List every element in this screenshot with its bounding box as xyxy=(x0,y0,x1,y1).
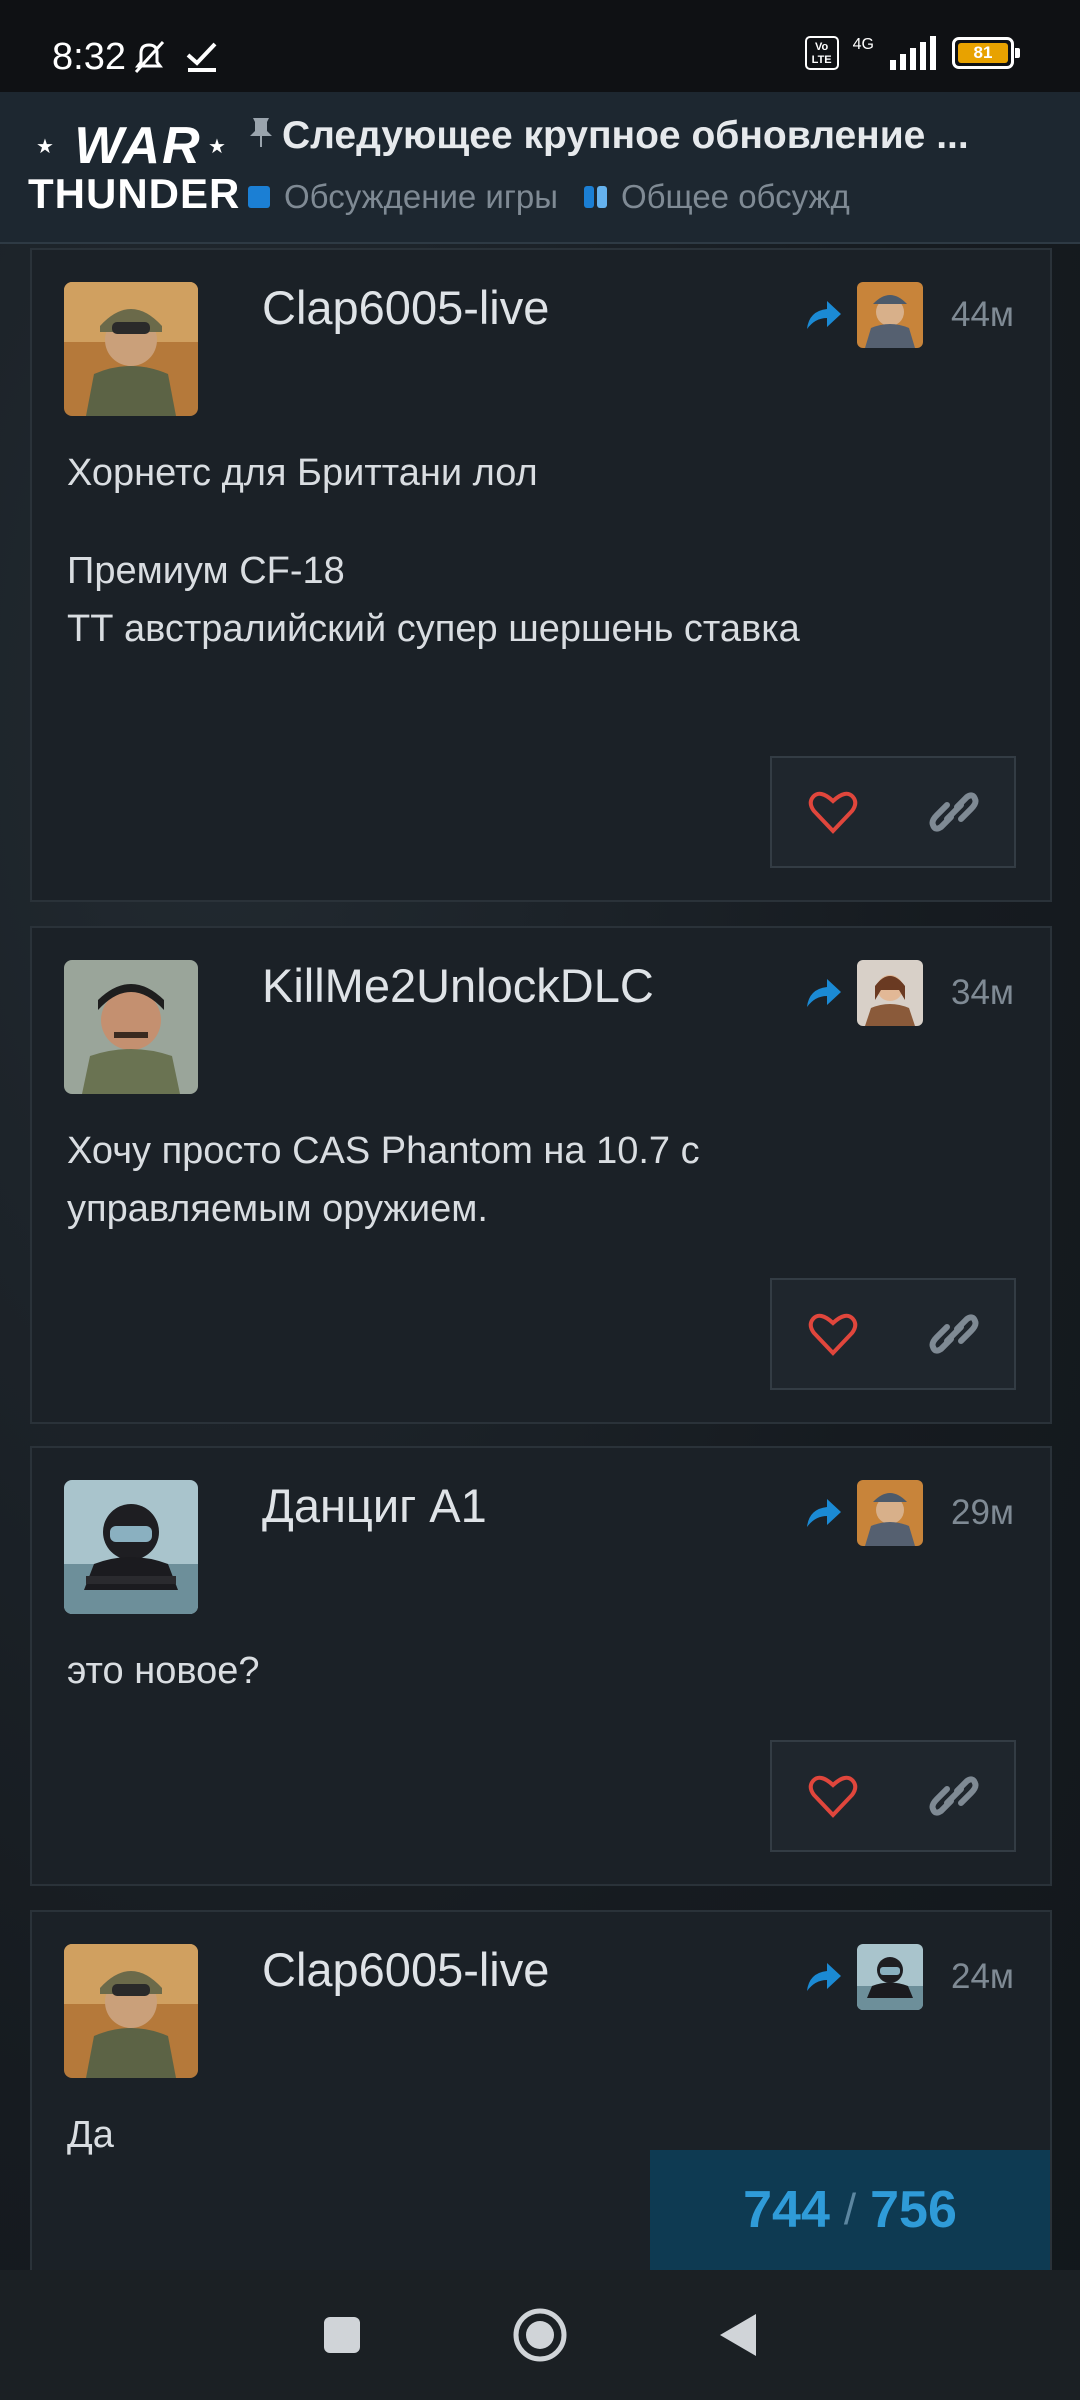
avatar[interactable] xyxy=(64,1944,198,2078)
post-body: Хочу просто CAS Phantom на 10.7 с управл… xyxy=(67,1122,827,1278)
reply-arrow-icon[interactable] xyxy=(803,973,843,1013)
username[interactable]: Данциг A1 xyxy=(262,1478,487,1533)
topic-title-text: Следующее крупное обновление ... xyxy=(282,114,969,157)
post-meta: 44м xyxy=(803,282,1014,348)
reply-to-avatar[interactable] xyxy=(857,960,923,1026)
post-meta: 24м xyxy=(803,1944,1014,2010)
heart-icon xyxy=(808,1313,857,1356)
battery-icon: 81 xyxy=(952,37,1020,69)
avatar[interactable] xyxy=(64,960,198,1094)
post-actions xyxy=(770,756,1016,868)
category-color-icon xyxy=(248,186,270,208)
topic-title[interactable]: Следующее крупное обновление ... xyxy=(248,114,1058,158)
post-paragraph: Хочу просто CAS Phantom на 10.7 с управл… xyxy=(67,1130,700,1230)
post-time: 29м xyxy=(951,1493,1014,1532)
home-button[interactable] xyxy=(512,2307,568,2363)
like-button[interactable] xyxy=(772,758,893,866)
link-icon xyxy=(929,792,978,832)
post: Данциг A1 29м это новое? xyxy=(30,1446,1052,1886)
war-thunder-logo[interactable]: ★ ★ WAR THUNDER xyxy=(28,116,241,217)
post-time: 34м xyxy=(951,973,1014,1012)
heart-icon xyxy=(808,791,857,834)
category-label: Обсуждение игры xyxy=(284,178,558,215)
post-body: Да xyxy=(67,2106,114,2204)
category-breadcrumb: Обсуждение игры Общее обсужд xyxy=(248,178,850,216)
link-icon xyxy=(929,1314,978,1354)
avatar[interactable] xyxy=(64,1480,198,1614)
reply-to-avatar[interactable] xyxy=(857,1944,923,2010)
volte-icon: Vo LTE xyxy=(804,36,839,70)
copy-link-button[interactable] xyxy=(893,1280,1014,1388)
heart-icon xyxy=(808,1775,857,1818)
logo-text-thunder: THUNDER xyxy=(28,170,241,217)
post: KillMe2UnlockDLC 34м Хочу просто CAS Pha… xyxy=(30,926,1052,1424)
status-time: 8:32 xyxy=(52,36,126,78)
post-body: Хорнетс для Бриттани лол Премиум CF-18 Т… xyxy=(67,444,827,698)
category-link[interactable]: Обсуждение игры xyxy=(248,178,558,216)
topic-progress-indicator[interactable]: 744 / 756 xyxy=(650,2150,1050,2270)
like-button[interactable] xyxy=(772,1742,893,1850)
subcategory-link[interactable]: Общее обсужд xyxy=(583,178,850,216)
copy-link-button[interactable] xyxy=(893,1742,1014,1850)
post-time: 24м xyxy=(951,1957,1014,1996)
post: Clap6005-live 44м Хорнетс для Бриттани л… xyxy=(30,248,1052,902)
username[interactable]: KillMe2UnlockDLC xyxy=(262,958,654,1013)
recents-button[interactable] xyxy=(322,2315,362,2355)
reply-to-avatar[interactable] xyxy=(857,1480,923,1546)
reply-arrow-icon[interactable] xyxy=(803,295,843,335)
reply-arrow-icon[interactable] xyxy=(803,1957,843,1997)
post-paragraph: Хорнетс для Бриттани лол xyxy=(67,452,538,494)
progress-total: 756 xyxy=(870,2181,957,2239)
copy-link-button[interactable] xyxy=(893,758,1014,866)
post-actions xyxy=(770,1278,1016,1390)
post-time: 44м xyxy=(951,295,1014,334)
network-type: 4G xyxy=(852,36,874,53)
category-label: Общее обсужд xyxy=(620,178,850,215)
username[interactable]: Clap6005-live xyxy=(262,1942,549,1997)
logo-text-war: WAR xyxy=(74,117,202,175)
pin-icon xyxy=(248,116,274,156)
app-screen: 8:32 Vo LTE 4G 81 ★ ★ WAR THUNDER Следую… xyxy=(0,0,1080,2400)
signal-icon xyxy=(890,36,936,70)
post-actions xyxy=(770,1740,1016,1852)
forum-header: ★ ★ WAR THUNDER Следующее крупное обновл… xyxy=(0,92,1080,244)
back-button[interactable] xyxy=(718,2312,758,2358)
link-icon xyxy=(929,1776,978,1816)
username[interactable]: Clap6005-live xyxy=(262,280,549,335)
post-paragraph: Премиум CF-18 ТТ австралийский супер шер… xyxy=(67,550,800,650)
post-paragraph: это новое? xyxy=(67,1650,260,1692)
progress-separator: / xyxy=(843,2185,857,2234)
bell-off-icon xyxy=(134,40,165,74)
progress-current: 744 xyxy=(743,2181,830,2239)
reply-arrow-icon[interactable] xyxy=(803,1493,843,1533)
avatar[interactable] xyxy=(64,282,198,416)
reply-to-avatar[interactable] xyxy=(857,282,923,348)
like-button[interactable] xyxy=(772,1280,893,1388)
post-body: это новое? xyxy=(67,1642,260,1740)
post-meta: 34м xyxy=(803,960,1014,1026)
category-color-icon xyxy=(583,186,607,208)
post-paragraph: Да xyxy=(67,2114,114,2156)
post-meta: 29м xyxy=(803,1480,1014,1546)
check-icon xyxy=(186,42,217,72)
android-nav-bar xyxy=(0,2270,1080,2400)
status-bar: 8:32 Vo LTE 4G 81 xyxy=(0,0,1080,92)
battery-level: 81 xyxy=(958,43,1008,63)
